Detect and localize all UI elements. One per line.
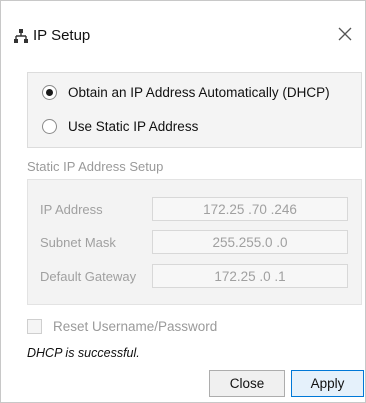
title-bar: IP Setup [1, 1, 365, 53]
static-setup-title: Static IP Address Setup [27, 159, 164, 174]
dialog-title: IP Setup [33, 27, 91, 44]
status-message: DHCP is successful. [27, 346, 140, 360]
static-ip-radio-option[interactable]: Use Static IP Address [42, 116, 198, 136]
ip-address-field[interactable]: 172.25 .70 .246 [152, 197, 348, 221]
static-ip-radio[interactable] [42, 118, 57, 134]
apply-button[interactable]: Apply [291, 370, 364, 397]
close-button[interactable]: Close [209, 370, 285, 397]
ip-mode-group: Obtain an IP Address Automatically (DHCP… [27, 72, 362, 148]
static-setup-group: IP Address 172.25 .70 .246 Subnet Mask 2… [27, 179, 362, 305]
reset-credentials-label: Reset Username/Password [53, 318, 218, 334]
default-gateway-field[interactable]: 172.25 .0 .1 [152, 264, 348, 288]
default-gateway-label: Default Gateway [40, 269, 137, 284]
dhcp-radio[interactable] [42, 84, 57, 100]
ip-address-label: IP Address [40, 202, 103, 217]
dhcp-radio-label: Obtain an IP Address Automatically (DHCP… [68, 84, 330, 100]
subnet-mask-label: Subnet Mask [40, 235, 116, 250]
reset-credentials-checkbox[interactable] [27, 318, 42, 334]
close-icon[interactable] [333, 22, 357, 46]
static-ip-radio-label: Use Static IP Address [68, 118, 199, 134]
dhcp-radio-option[interactable]: Obtain an IP Address Automatically (DHCP… [42, 82, 330, 102]
network-icon [13, 28, 29, 44]
reset-credentials-option[interactable]: Reset Username/Password [27, 317, 217, 335]
ip-setup-dialog: IP Setup Obtain an IP Address Automatica… [0, 0, 366, 403]
subnet-mask-field[interactable]: 255.255.0 .0 [152, 230, 348, 254]
